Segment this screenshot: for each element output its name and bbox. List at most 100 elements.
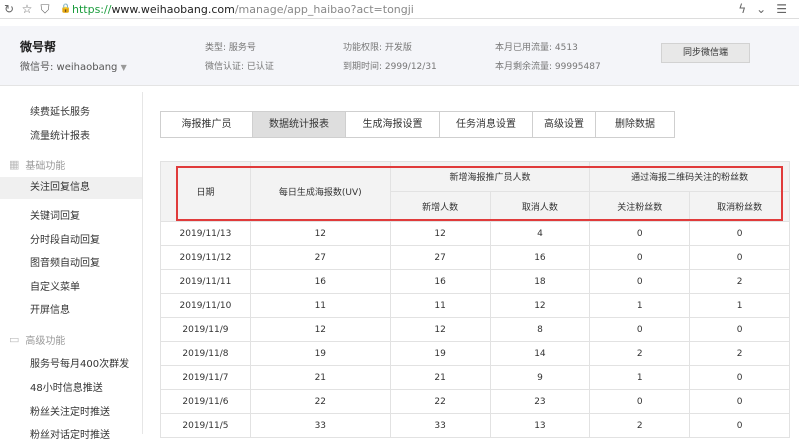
cell-new: 21 [389,365,491,390]
cell-unfollow: 0 [689,221,790,246]
cell-daily: 22 [249,389,391,414]
sidebar-item-custom-menu[interactable]: 自定义菜单 [30,278,80,293]
cell-date: 2019/11/6 [160,389,251,414]
wechat-id-selector[interactable]: 微信号: weihaobang ▼ [20,58,127,73]
table-row: 2019/11/13 12 12 4 0 0 [160,221,790,246]
sidebar-item-follow-reply[interactable]: 关注回复信息 [0,177,142,199]
grid-icon: ▦ [9,158,20,171]
cell-new: 12 [389,221,491,246]
chevron-down-icon[interactable]: ⌄ [756,2,766,16]
cell-follow: 2 [589,341,691,366]
expire-date: 到期时间: 2999/12/31 [343,62,437,72]
cell-date: 2019/11/13 [160,221,251,246]
sidebar-item-monthly-broadcast[interactable]: 服务号每月400次群发 [30,355,129,370]
refresh-icon[interactable]: ↻ [0,2,18,16]
cell-unfollow: 0 [689,317,790,342]
cell-cancel: 8 [489,317,591,342]
tab-promoters[interactable]: 海报推广员 [160,111,253,138]
cell-follow: 1 [589,365,691,390]
sidebar-item-splash[interactable]: 开屏信息 [30,301,70,316]
cell-cancel: 14 [489,341,591,366]
cell-new: 11 [389,293,491,318]
caret-down-icon: ▼ [120,63,127,72]
sidebar-item-follow-push[interactable]: 粉丝关注定时推送 [30,403,110,418]
table-row: 2019/11/9 12 12 8 0 0 [160,317,790,342]
browser-address-bar: ↻ ☆ ⛉ 🔒 https:// www.weihaobang.com /man… [0,0,799,19]
table-row: 2019/11/6 22 22 23 0 0 [160,389,790,414]
col-daily-posters: 每日生成海报数(UV) [249,161,391,222]
account-type: 类型: 服务号 [205,43,256,53]
col-date: 日期 [160,161,251,222]
sync-wechat-button[interactable]: 同步微信端 [661,43,750,63]
col-new-count: 新增人数 [389,191,491,222]
cell-new: 19 [389,341,491,366]
cell-follow: 0 [589,245,691,270]
cell-cancel: 4 [489,221,591,246]
tab-advanced[interactable]: 高级设置 [532,111,596,138]
table-row: 2019/11/10 11 11 12 1 1 [160,293,790,318]
menu-icon[interactable]: ☰ [776,2,787,16]
tab-stats-report[interactable]: 数据统计报表 [252,111,346,138]
cell-daily: 21 [249,365,391,390]
cell-follow: 0 [589,317,691,342]
tab-poster-settings[interactable]: 生成海报设置 [345,111,440,138]
cell-new: 22 [389,389,491,414]
cell-daily: 11 [249,293,391,318]
tab-task-message[interactable]: 任务消息设置 [439,111,533,138]
cell-daily: 12 [249,317,391,342]
cell-follow: 0 [589,221,691,246]
cell-daily: 16 [249,269,391,294]
cell-cancel: 16 [489,245,591,270]
sidebar-item-renew[interactable]: 续费延长服务 [30,103,90,118]
table-row: 2019/11/8 19 19 14 2 2 [160,341,790,366]
cell-cancel: 9 [489,365,591,390]
cell-follow: 0 [589,269,691,294]
cell-cancel: 23 [489,389,591,414]
cell-unfollow: 1 [689,293,790,318]
cell-new: 16 [389,269,491,294]
table-body: 2019/11/13 12 12 4 0 0 2019/11/12 27 27 16 0 0 2019/… [160,221,790,438]
cell-unfollow: 0 [689,365,790,390]
url-scheme: https:// [72,2,112,16]
group-new-promoters: 新增海报推广员人数 [389,161,591,192]
sidebar-item-keyword-reply[interactable]: 关键词回复 [30,207,80,222]
url-path: /manage/app_haibao?act=tongji [234,2,414,16]
cell-daily: 27 [249,245,391,270]
chat-icon: ▭ [9,333,20,346]
url-field[interactable]: 🔒 https:// www.weihaobang.com /manage/ap… [60,2,414,16]
sidebar: 续费延长服务 流量统计报表 ▦ 基础功能 关注回复信息 关键词回复 分时段自动回… [0,92,143,441]
tab-delete-data[interactable]: 删除数据 [595,111,675,138]
brand-name: 微号帮 [20,40,57,54]
group-qr-fans: 通过海报二维码关注的粉丝数 [589,161,790,192]
cell-date: 2019/11/8 [160,341,251,366]
section-basic-label: 基础功能 [25,161,66,172]
cell-follow: 0 [589,389,691,414]
cell-new: 27 [389,245,491,270]
sidebar-item-48h-push[interactable]: 48小时信息推送 [30,379,103,394]
cell-daily: 19 [249,341,391,366]
url-host: www.weihaobang.com [111,2,235,16]
shield-icon: ⛉ [40,1,50,16]
sidebar-item-timed-reply[interactable]: 分时段自动回复 [30,231,100,246]
lightning-icon[interactable]: ϟ [738,2,746,16]
cell-new: 12 [389,317,491,342]
col-cancel-count: 取消人数 [489,191,591,222]
wechat-id-label: 微信号: weihaobang [20,62,118,73]
col-follow-fans: 关注粉丝数 [589,191,691,222]
cell-cancel: 12 [489,293,591,318]
stats-table: 日期 每日生成海报数(UV) 新增海报推广员人数 通过海报二维码关注的粉丝数 新… [160,161,790,438]
cell-unfollow: 2 [689,341,790,366]
cell-date: 2019/11/9 [160,317,251,342]
sidebar-item-traffic-report[interactable]: 流量统计报表 [30,127,90,142]
star-icon[interactable]: ☆ [18,2,36,16]
cell-daily: 12 [249,221,391,246]
cell-date: 2019/11/12 [160,245,251,270]
verify-status: 微信认证: 已认证 [205,62,274,72]
cell-follow: 1 [589,293,691,318]
cell-unfollow: 2 [689,269,790,294]
col-unfollow-fans: 取消粉丝数 [689,191,790,222]
cell-unfollow: 0 [689,245,790,270]
lock-icon: 🔒 [60,4,72,14]
cell-date: 2019/11/10 [160,293,251,318]
sidebar-item-media-reply[interactable]: 图音频自动回复 [30,254,100,269]
